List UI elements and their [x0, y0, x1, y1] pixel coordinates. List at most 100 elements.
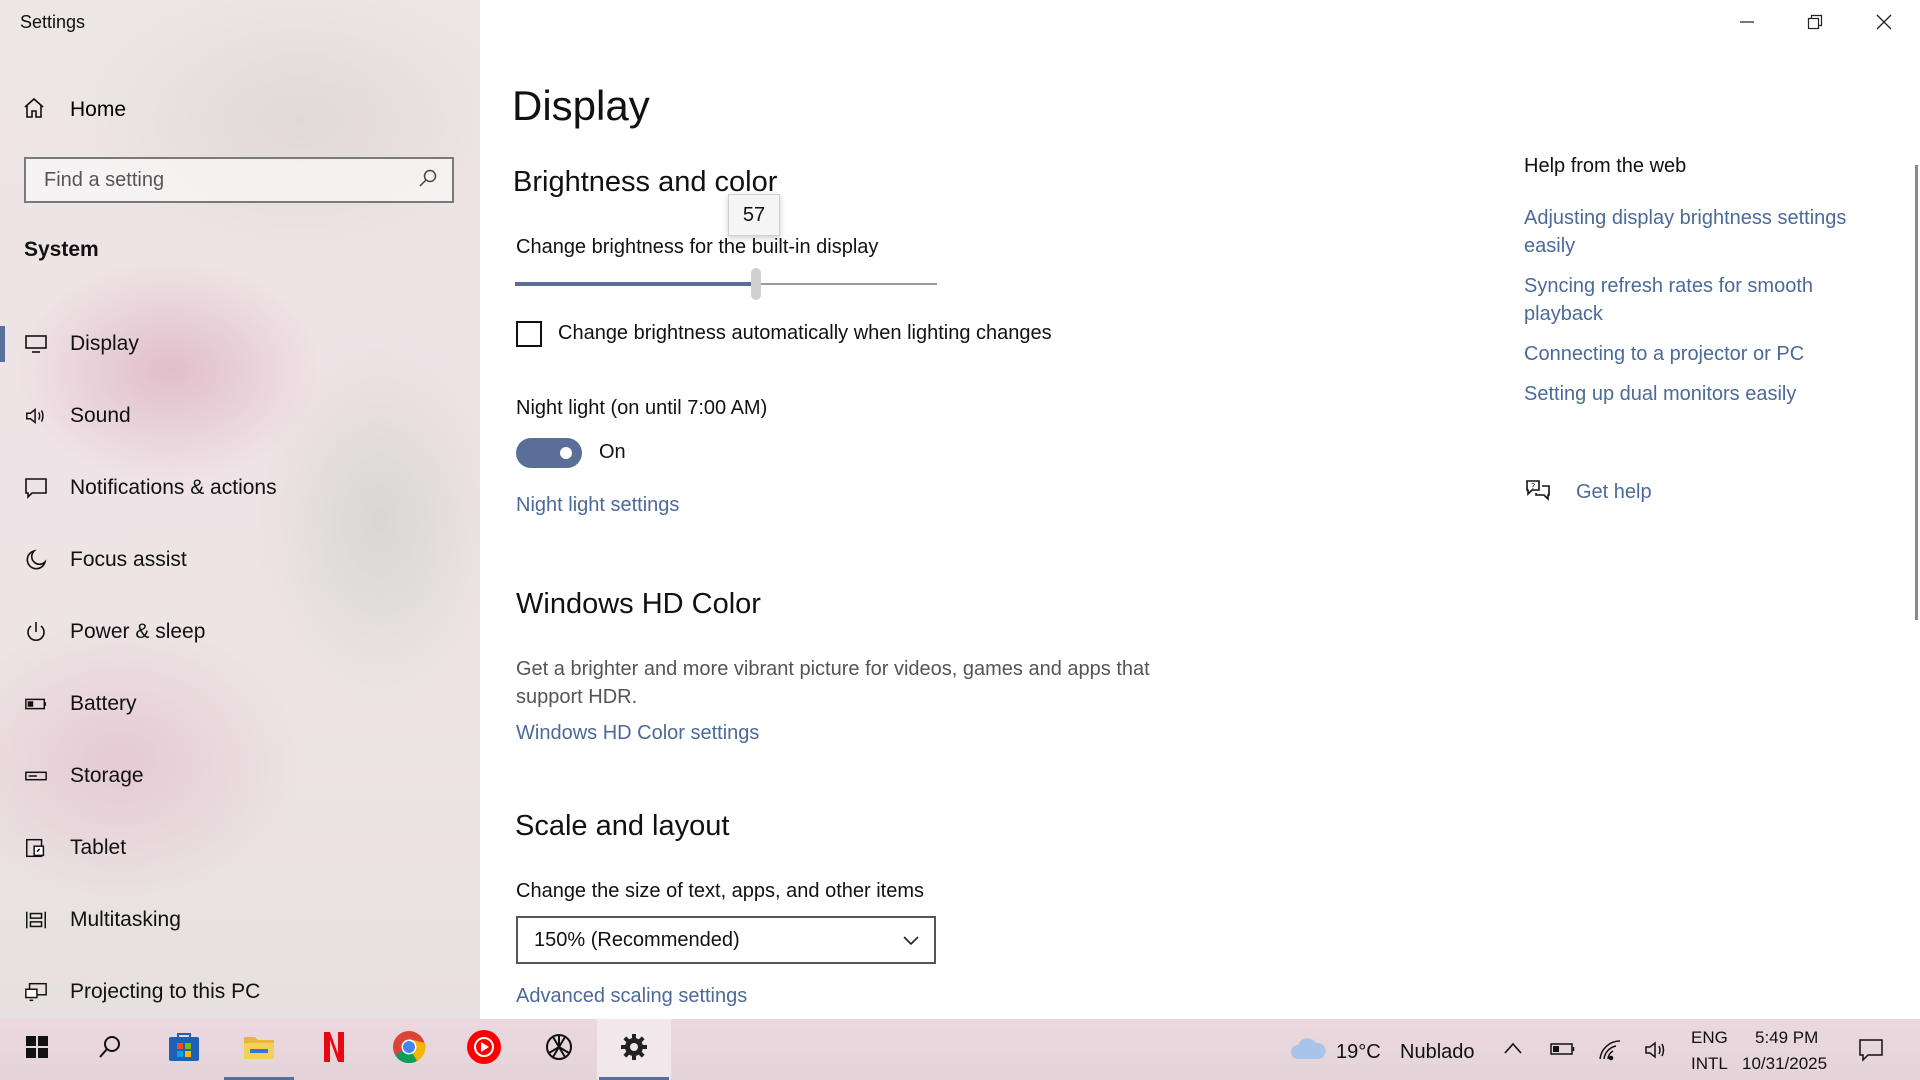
chrome-icon: [391, 1029, 427, 1070]
sidebar-item-display[interactable]: Display: [0, 308, 480, 380]
scale-heading: Scale and layout: [515, 810, 730, 842]
restore-button[interactable]: [1781, 0, 1849, 48]
sidebar-item-tablet[interactable]: Tablet: [0, 812, 480, 884]
night-light-toggle[interactable]: [516, 438, 582, 468]
store-icon: [167, 1031, 201, 1068]
home-label: Home: [70, 98, 127, 121]
scrollbar[interactable]: [1915, 165, 1918, 620]
projecting-icon: [24, 980, 48, 1004]
sidebar-item-label: Focus assist: [70, 548, 187, 571]
brightness-slider[interactable]: [515, 266, 937, 306]
night-light-label: Night light (on until 7:00 AM): [516, 397, 768, 419]
notifications-icon: [24, 476, 48, 500]
search-icon: [97, 1034, 123, 1065]
chatgpt-icon: [543, 1031, 575, 1068]
chevron-up-icon[interactable]: [1503, 1041, 1523, 1060]
start-icon: [25, 1035, 49, 1064]
home-icon: [22, 96, 46, 125]
scale-label: Change the size of text, apps, and other…: [516, 880, 925, 902]
chat-help-icon: ?: [1524, 478, 1552, 507]
wifi-icon[interactable]: [1598, 1039, 1622, 1066]
tablet-icon: [24, 836, 48, 860]
taskbar-store[interactable]: [147, 1019, 221, 1080]
help-link[interactable]: Connecting to a projector or PC: [1524, 340, 1884, 368]
sidebar-item-notifications[interactable]: Notifications & actions: [0, 452, 480, 524]
help-link[interactable]: Adjusting display brightness settings ea…: [1524, 204, 1884, 260]
scale-dropdown-value: 150% (Recommended): [534, 928, 740, 951]
main-content: Display Brightness and color Change brig…: [480, 0, 1920, 1019]
sidebar-item-storage[interactable]: Storage: [0, 740, 480, 812]
taskbar: 19°C Nublado ENG INTL 5:49 PM 10/31/2025: [0, 1019, 1920, 1080]
search-box[interactable]: [24, 157, 454, 203]
close-icon: [1876, 14, 1892, 35]
minimize-icon: [1739, 14, 1755, 35]
search-button[interactable]: [73, 1019, 147, 1080]
close-button[interactable]: [1850, 0, 1918, 48]
auto-brightness-checkbox[interactable]: [516, 321, 542, 347]
sidebar-item-label: Sound: [70, 404, 131, 427]
brightness-tooltip: 57: [728, 194, 780, 236]
hd-color-heading: Windows HD Color: [516, 588, 761, 620]
sidebar-item-power-sleep[interactable]: Power & sleep: [0, 596, 480, 668]
scale-dropdown[interactable]: 150% (Recommended): [516, 916, 936, 964]
multitasking-icon: [24, 908, 48, 932]
taskbar-chrome[interactable]: [372, 1019, 446, 1080]
help-link[interactable]: Syncing refresh rates for smooth playbac…: [1524, 272, 1884, 328]
sidebar-item-battery[interactable]: Battery: [0, 668, 480, 740]
weather-condition: Nublado: [1400, 1041, 1475, 1063]
toggle-knob: [560, 447, 572, 459]
app-title: Settings: [20, 12, 86, 32]
search-input[interactable]: [42, 167, 406, 193]
action-center-icon[interactable]: [1858, 1037, 1884, 1068]
youtube-music-icon: [466, 1029, 502, 1070]
page-title: Display: [512, 82, 650, 129]
language-indicator[interactable]: ENG INTL: [1686, 1025, 1736, 1077]
taskbar-youtube-music[interactable]: [447, 1019, 521, 1080]
storage-icon: [24, 764, 48, 788]
get-help-link[interactable]: ? Get help: [1524, 478, 1652, 507]
taskbar-file-explorer[interactable]: [222, 1019, 296, 1080]
clock-time: 5:49 PM: [1755, 1028, 1819, 1047]
night-light-state: On: [599, 441, 626, 463]
night-light-settings-link[interactable]: Night light settings: [516, 494, 679, 517]
sidebar-item-sound[interactable]: Sound: [0, 380, 480, 452]
chevron-down-icon: [902, 931, 920, 954]
auto-brightness-label[interactable]: Change brightness automatically when lig…: [558, 322, 1052, 345]
minimize-button[interactable]: [1713, 0, 1781, 48]
section-label: System: [24, 238, 99, 261]
sidebar: Settings Home System Display So: [0, 0, 480, 1019]
slider-thumb[interactable]: [751, 268, 761, 300]
battery-icon[interactable]: [1550, 1041, 1576, 1062]
netflix-icon: [322, 1030, 346, 1069]
sidebar-item-label: Storage: [70, 764, 144, 787]
sidebar-item-label: Power & sleep: [70, 620, 206, 643]
clock[interactable]: 5:49 PM 10/31/2025: [1738, 1025, 1838, 1077]
search-icon[interactable]: [418, 168, 438, 193]
sidebar-item-projecting[interactable]: Projecting to this PC: [0, 956, 480, 1028]
weather-widget[interactable]: 19°C Nublado: [1286, 1019, 1478, 1080]
taskbar-settings[interactable]: [597, 1019, 671, 1080]
file-explorer-icon: [242, 1032, 276, 1067]
hd-color-description-line: Get a brighter and more vibrant picture …: [516, 658, 1150, 680]
weather-temp: 19°C: [1336, 1041, 1381, 1063]
sidebar-item-label: Notifications & actions: [70, 476, 277, 499]
help-link[interactable]: Setting up dual monitors easily: [1524, 380, 1884, 408]
advanced-scaling-link[interactable]: Advanced scaling settings: [516, 985, 747, 1008]
sidebar-item-label: Projecting to this PC: [70, 980, 261, 1003]
battery-icon: [24, 692, 48, 716]
start-button[interactable]: [0, 1019, 74, 1080]
volume-icon[interactable]: [1644, 1039, 1670, 1066]
hd-color-settings-link[interactable]: Windows HD Color settings: [516, 722, 759, 745]
svg-text:?: ?: [1531, 482, 1535, 491]
sidebar-item-multitasking[interactable]: Multitasking: [0, 884, 480, 956]
help-title: Help from the web: [1524, 155, 1687, 177]
brightness-label: Change brightness for the built-in displ…: [516, 236, 879, 258]
hd-color-description: Get a brighter and more vibrant picture …: [516, 655, 1150, 711]
taskbar-netflix[interactable]: [297, 1019, 371, 1080]
taskbar-chatgpt[interactable]: [522, 1019, 596, 1080]
language-line2: INTL: [1691, 1054, 1728, 1073]
sidebar-item-focus-assist[interactable]: Focus assist: [0, 524, 480, 596]
sidebar-home[interactable]: Home: [22, 92, 322, 128]
display-icon: [24, 332, 48, 356]
clock-date: 10/31/2025: [1742, 1054, 1828, 1073]
